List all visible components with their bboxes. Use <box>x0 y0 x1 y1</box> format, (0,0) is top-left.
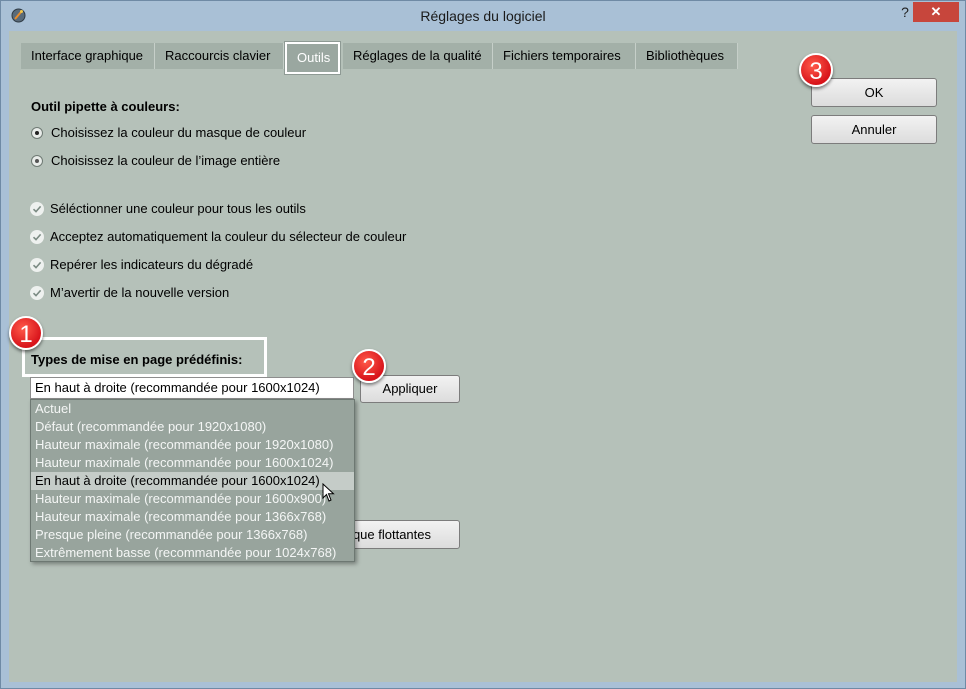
radio-color-mask[interactable]: Choisissez la couleur du masque de coule… <box>31 125 306 140</box>
help-button[interactable]: ? <box>895 4 915 22</box>
radio-label: Choisissez la couleur de l’image entière <box>51 153 281 168</box>
checkbox-label: Repérer les indicateurs du dégradé <box>50 257 254 272</box>
checkmark-icon[interactable] <box>30 201 44 216</box>
tab-bibliotheques[interactable]: Bibliothèques <box>636 43 738 69</box>
dropdown-option[interactable]: Presque pleine (recommandée pour 1366x76… <box>31 526 354 544</box>
dialog-client-area: Interface graphique Raccourcis clavier O… <box>9 31 957 682</box>
checkbox-new-version-warning[interactable]: M’avertir de la nouvelle version <box>30 285 229 300</box>
radio-button[interactable] <box>31 154 43 167</box>
dropdown-option[interactable]: Actuel <box>31 400 354 418</box>
tab-fichiers-temporaires[interactable]: Fichiers temporaires <box>493 43 636 69</box>
close-button[interactable]: ✕ <box>913 2 959 22</box>
checkbox-auto-accept-color[interactable]: Acceptez automatiquement la couleur du s… <box>30 229 406 244</box>
title-bar[interactable]: Réglages du logiciel ? ✕ <box>1 1 965 31</box>
checkmark-icon[interactable] <box>30 257 44 272</box>
checkmark-icon[interactable] <box>30 285 44 300</box>
cancel-button[interactable]: Annuler <box>811 115 937 144</box>
checkbox-all-tools[interactable]: Séléctionner une couleur pour tous les o… <box>30 201 306 216</box>
radio-whole-image[interactable]: Choisissez la couleur de l’image entière <box>31 153 280 168</box>
radio-label: Choisissez la couleur du masque de coule… <box>51 125 307 140</box>
dropdown-option[interactable]: Hauteur maximale (recommandée pour 1600x… <box>31 454 354 472</box>
tab-outils[interactable]: Outils <box>285 42 340 74</box>
step-badge-2: 2 <box>352 349 386 383</box>
dropdown-option[interactable]: Extrêmement basse (recommandée pour 1024… <box>31 544 354 562</box>
checkbox-label: Séléctionner une couleur pour tous les o… <box>50 201 306 216</box>
radio-button-selected[interactable] <box>31 126 43 139</box>
checkbox-gradient-indicators[interactable]: Repérer les indicateurs du dégradé <box>30 257 253 272</box>
layout-preset-dropdown: Actuel Défaut (recommandée pour 1920x108… <box>30 399 355 562</box>
checkbox-label: Acceptez automatiquement la couleur du s… <box>50 229 407 244</box>
dropdown-option[interactable]: Défaut (recommandée pour 1920x1080) <box>31 418 354 436</box>
tab-raccourcis-clavier[interactable]: Raccourcis clavier <box>155 43 284 69</box>
window-title: Réglages du logiciel <box>420 8 546 24</box>
settings-window: Réglages du logiciel ? ✕ Interface graph… <box>0 0 966 689</box>
layout-presets-title: Types de mise en page prédéfinis: <box>31 352 243 367</box>
layout-preset-select[interactable]: En haut à droite (recommandée pour 1600x… <box>30 377 354 399</box>
checkbox-label: M’avertir de la nouvelle version <box>50 285 230 300</box>
step-badge-3: 3 <box>799 53 833 87</box>
ok-button[interactable]: OK <box>811 78 937 107</box>
dropdown-option[interactable]: Hauteur maximale (recommandée pour 1600x… <box>31 490 354 508</box>
checkmark-icon[interactable] <box>30 229 44 244</box>
dropdown-option[interactable]: Hauteur maximale (recommandée pour 1920x… <box>31 436 354 454</box>
step-badge-1: 1 <box>9 316 43 350</box>
eyedropper-section-title: Outil pipette à couleurs: <box>31 99 180 114</box>
tab-interface-graphique[interactable]: Interface graphique <box>21 43 155 69</box>
tab-reglages-qualite[interactable]: Réglages de la qualité <box>343 43 493 69</box>
mouse-cursor-icon <box>322 483 335 502</box>
dropdown-option-selected[interactable]: En haut à droite (recommandée pour 1600x… <box>31 472 354 490</box>
dropdown-option[interactable]: Hauteur maximale (recommandée pour 1366x… <box>31 508 354 526</box>
